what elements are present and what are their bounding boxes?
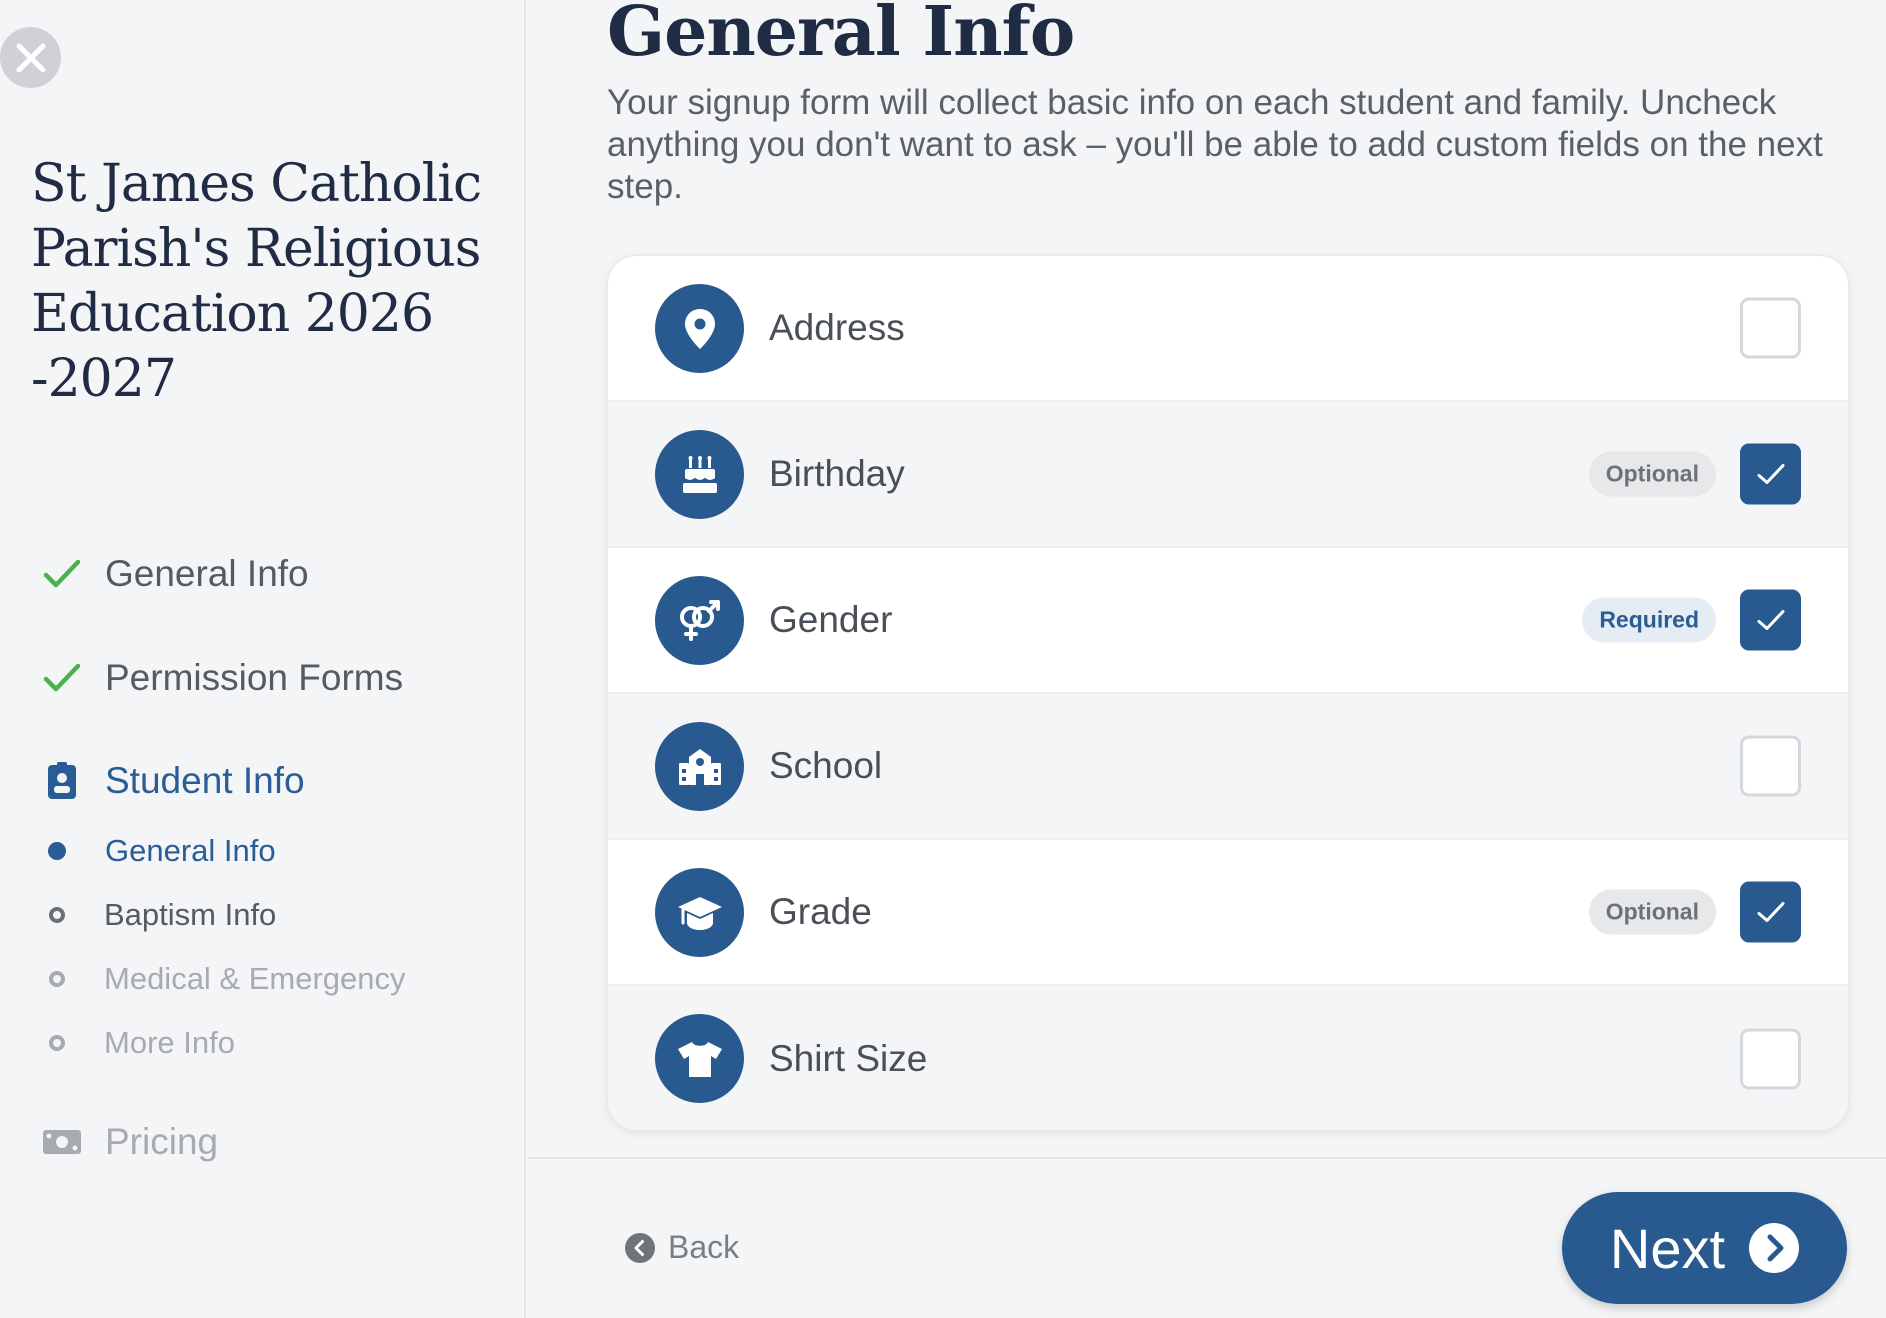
field-label: Grade [769, 891, 872, 932]
field-label: Shirt Size [769, 1038, 928, 1079]
checkmark-icon [40, 552, 84, 596]
next-label: Next [1609, 1216, 1726, 1280]
substep-medical-emergency[interactable]: Medical & Emergency [48, 959, 406, 999]
school-icon [678, 748, 721, 785]
close-icon [16, 43, 45, 72]
substep-more-info[interactable]: More Info [48, 1023, 235, 1063]
field-checkbox[interactable] [1740, 443, 1801, 505]
optional-badge[interactable]: Optional [1588, 889, 1716, 935]
page-title: General Info [607, 0, 1075, 72]
field-row-address[interactable]: Address [608, 256, 1848, 402]
step-pricing[interactable]: Pricing [40, 1117, 218, 1167]
step-general-info[interactable]: General Info [40, 549, 309, 599]
checkmark-icon [40, 656, 84, 700]
step-label: Student Info [105, 760, 305, 801]
step-label: Permission Forms [105, 657, 404, 698]
field-icon-circle [655, 284, 744, 373]
field-checkbox[interactable] [1740, 589, 1801, 651]
shirt-icon [677, 1041, 722, 1077]
field-icon-circle [655, 1014, 744, 1103]
step-permission-forms[interactable]: Permission Forms [40, 653, 403, 703]
substep-baptism-info[interactable]: Baptism Info [48, 895, 276, 935]
chevron-right-circle-icon [1749, 1223, 1800, 1273]
organization-title: St James Catholic Parish's Religious Edu… [31, 154, 482, 409]
field-icon-circle [655, 868, 744, 957]
checkmark-icon [1757, 463, 1784, 484]
field-checkbox[interactable] [1740, 735, 1801, 797]
step-label: Pricing [105, 1121, 219, 1162]
money-bill-icon [40, 1120, 84, 1164]
page-description: Your signup form will collect basic info… [607, 83, 1823, 206]
substep-label: Medical & Emergency [104, 961, 406, 996]
main-content: General Info Your signup form will colle… [528, 0, 1886, 1318]
field-icon-circle [655, 576, 744, 665]
substep-label: Baptism Info [104, 897, 277, 932]
next-button[interactable]: Next [1562, 1192, 1847, 1304]
gender-icon [679, 599, 720, 641]
graduation-cap-icon [677, 896, 722, 930]
birthday-cake-icon [682, 455, 717, 493]
pending-dot-icon [49, 1035, 65, 1051]
pending-dot-icon [49, 971, 65, 987]
substep-label: More Info [104, 1025, 235, 1060]
field-icon-circle [655, 430, 744, 519]
optional-badge[interactable]: Optional [1588, 451, 1716, 497]
field-label: School [769, 745, 883, 786]
field-checkbox[interactable] [1740, 297, 1801, 359]
field-label: Address [769, 307, 905, 348]
step-student-info[interactable]: Student Info [40, 756, 305, 806]
substep-label: General Info [105, 833, 276, 868]
checkmark-icon [1757, 609, 1784, 630]
field-row-gender[interactable]: Gender Required [608, 548, 1848, 694]
substep-general-info[interactable]: General Info [48, 831, 276, 871]
field-row-birthday[interactable]: Birthday Optional [608, 402, 1848, 548]
field-label: Gender [769, 599, 893, 640]
field-checkbox[interactable] [1740, 881, 1801, 943]
close-button[interactable] [0, 27, 61, 88]
step-label: General Info [105, 553, 309, 594]
pending-dot-icon [49, 907, 65, 923]
fields-card: Address Birthday Optional Gender Require… [607, 255, 1849, 1131]
chevron-left-circle-icon [625, 1232, 655, 1263]
field-icon-circle [655, 722, 744, 811]
footer-divider [528, 1157, 1886, 1159]
back-button[interactable]: Back [625, 1229, 739, 1266]
required-badge[interactable]: Required [1582, 597, 1716, 643]
field-checkbox[interactable] [1740, 1028, 1801, 1090]
field-row-school[interactable]: School [608, 694, 1848, 840]
field-label: Birthday [769, 453, 905, 494]
back-label: Back [668, 1229, 740, 1265]
current-dot-icon [48, 842, 66, 860]
checkmark-icon [1757, 901, 1784, 922]
id-badge-icon [40, 759, 84, 803]
field-row-grade[interactable]: Grade Optional [608, 840, 1848, 986]
map-pin-icon [684, 308, 715, 349]
sidebar: St James Catholic Parish's Religious Edu… [0, 0, 526, 1318]
field-row-shirt-size[interactable]: Shirt Size [608, 986, 1848, 1130]
